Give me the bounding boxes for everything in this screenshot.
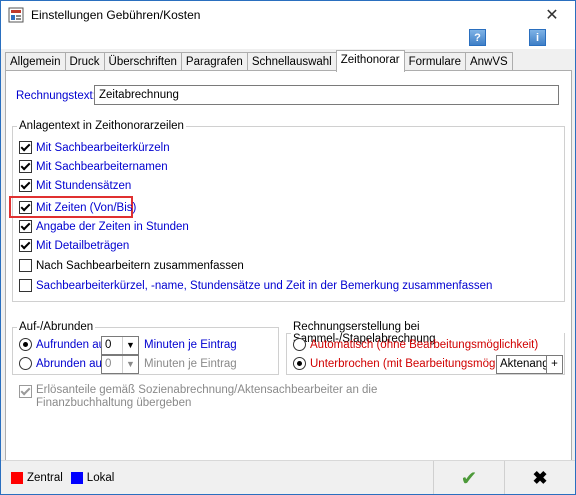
checkbox-box[interactable] <box>19 239 32 252</box>
cb-detailbetraege[interactable]: Mit Detailbeträgen <box>19 239 129 252</box>
tab-druck[interactable]: Druck <box>64 52 105 71</box>
checkbox-label: Angabe der Zeiten in Stunden <box>36 220 189 233</box>
radio-button[interactable] <box>19 338 32 351</box>
erloes-line2: Finanzbuchhaltung übergeben <box>36 397 192 409</box>
checkbox-box[interactable] <box>19 259 32 272</box>
zentral-swatch <box>11 472 23 484</box>
tab-panel: Rechnungstext: Zeitabrechnung Anlagentex… <box>5 70 572 461</box>
cb-zeiten-in-stunden[interactable]: Angabe der Zeiten in Stunden <box>19 220 189 233</box>
lokal-swatch <box>70 472 83 484</box>
tab-allgemein[interactable]: Allgemein <box>5 52 66 71</box>
tab-schnellauswahl[interactable]: Schnellauswahl <box>246 52 337 71</box>
checkbox-box[interactable] <box>19 160 32 173</box>
cb-erloesanteile[interactable]: Erlösanteile gemäß Sozienabrechnung/Akte… <box>19 384 377 410</box>
aufrunden-unit: Minuten je Eintrag <box>144 339 237 351</box>
rechnungstext-input[interactable]: Zeitabrechnung <box>94 85 559 105</box>
tab-paragrafen[interactable]: Paragrafen <box>180 52 248 71</box>
checkbox-label: Sachbearbeiterkürzel, -name, Stundensätz… <box>36 279 493 292</box>
tab-anwvs[interactable]: AnwVS <box>464 52 513 71</box>
cb-sachbearbeiternamen[interactable]: Mit Sachbearbeiternamen <box>19 160 168 173</box>
erloes-line1: Erlösanteile gemäß Sozienabrechnung/Akte… <box>36 384 378 396</box>
close-icon[interactable]: ✕ <box>529 1 575 29</box>
cancel-button[interactable]: ✖ <box>504 461 575 494</box>
tab-zeithonorar[interactable]: Zeithonorar <box>335 50 405 72</box>
window-title: Einstellungen Gebühren/Kosten <box>31 8 201 22</box>
checkbox-label: Nach Sachbearbeitern zusammenfassen <box>36 259 244 272</box>
checkbox-box[interactable] <box>19 220 32 233</box>
rechnungstext-label: Rechnungstext: <box>16 90 96 102</box>
checkbox-box[interactable] <box>19 385 32 398</box>
radio-button[interactable] <box>19 357 32 370</box>
app-icon <box>8 7 24 23</box>
aufrunden-combo[interactable]: 0 ▼ <box>101 336 139 355</box>
checkbox-box[interactable] <box>19 141 32 154</box>
chevron-down-icon[interactable]: ▼ <box>122 356 138 373</box>
checkbox-label: Mit Stundensätzen <box>36 179 132 192</box>
ok-button[interactable]: ✔ <box>433 461 504 494</box>
checkbox-label: Mit Zeiten (Von/Bis) <box>36 201 137 214</box>
cb-bemerkung-zusammenfassen[interactable]: Sachbearbeiterkürzel, -name, Stundensätz… <box>19 279 492 292</box>
rundung-legend: Auf-/Abrunden <box>19 321 94 333</box>
footer: Zentral Lokal ✔ ✖ <box>1 460 575 494</box>
checkbox-box[interactable] <box>19 179 32 192</box>
checkbox-label: Mit Sachbearbeiternamen <box>36 160 168 173</box>
radio-aufrunden[interactable]: Aufrunden auf <box>19 338 108 351</box>
cb-sachbearbeiterkuerzel[interactable]: Mit Sachbearbeiterkürzeln <box>19 141 170 154</box>
lokal-label: Lokal <box>86 472 115 484</box>
tab-ueberschriften[interactable]: Überschriften <box>103 52 182 71</box>
toolbar: ? i <box>1 29 575 49</box>
radio-abrunden[interactable]: Abrunden auf <box>19 357 105 370</box>
checkbox-box[interactable] <box>19 201 32 214</box>
radio-label: Abrunden auf <box>36 357 106 370</box>
cb-nach-sachbearbeitern[interactable]: Nach Sachbearbeitern zusammenfassen <box>19 259 244 272</box>
radio-label: Aufrunden auf <box>36 338 109 351</box>
help-icon[interactable]: ? <box>469 29 486 46</box>
cb-zeiten-von-bis[interactable]: Mit Zeiten (Von/Bis) <box>19 201 136 214</box>
checkbox-label: Mit Detailbeträgen <box>36 239 130 252</box>
tab-formulare[interactable]: Formulare <box>403 52 466 71</box>
dialog-window: Einstellungen Gebühren/Kosten ✕ ? i Allg… <box>0 0 576 495</box>
title-bar: Einstellungen Gebühren/Kosten ✕ <box>1 1 575 29</box>
checkbox-label: Mit Sachbearbeiterkürzeln <box>36 141 170 154</box>
info-icon[interactable]: i <box>529 29 546 46</box>
radio-label: Automatisch (ohne Bearbeitungsmöglichkei… <box>310 338 539 351</box>
radio-button[interactable] <box>293 338 306 351</box>
chevron-down-icon[interactable]: ▼ <box>122 337 138 354</box>
radio-button[interactable] <box>293 357 306 370</box>
tab-strip: Allgemein Druck Überschriften Paragrafen… <box>5 50 513 72</box>
combo-value: 0 <box>105 358 112 370</box>
abrunden-unit: Minuten je Eintrag <box>144 358 237 370</box>
abrunden-combo[interactable]: 0 ▼ <box>101 355 139 374</box>
color-legend: Zentral Lokal <box>11 472 114 484</box>
combo-value: 0 <box>105 339 112 351</box>
aktenangabe-field[interactable]: Aktenangabe <box>496 355 551 374</box>
cb-stundensaetze[interactable]: Mit Stundensätzen <box>19 179 131 192</box>
checkbox-box[interactable] <box>19 279 32 292</box>
add-button[interactable]: + <box>546 355 563 374</box>
checkbox-label: Erlösanteile gemäß Sozienabrechnung/Akte… <box>36 384 377 410</box>
zentral-label: Zentral <box>27 472 63 484</box>
anlagentext-legend: Anlagentext in Zeithonorarzeilen <box>19 120 184 132</box>
radio-automatisch[interactable]: Automatisch (ohne Bearbeitungsmöglichkei… <box>293 338 538 351</box>
